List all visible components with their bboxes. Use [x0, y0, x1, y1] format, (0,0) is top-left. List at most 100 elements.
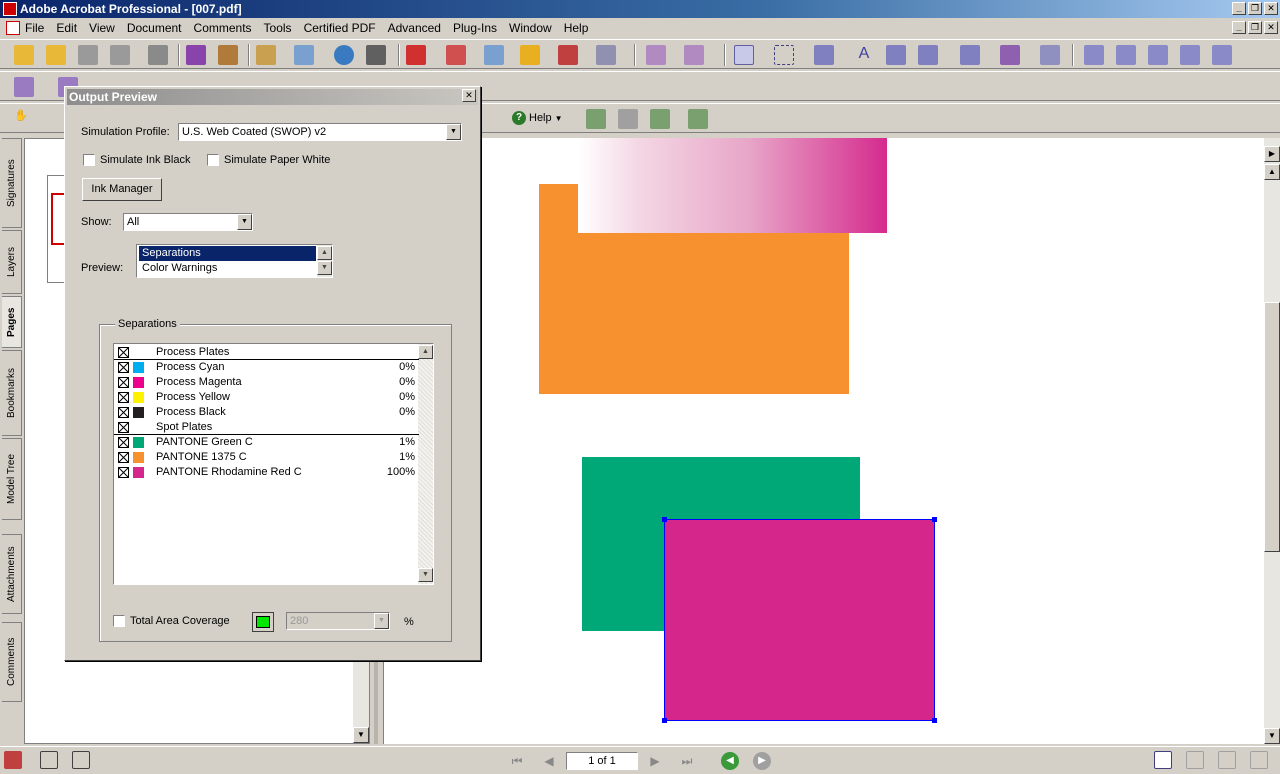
separation-toggle-checkbox[interactable] — [118, 377, 129, 388]
document-properties-icon[interactable] — [72, 751, 90, 769]
magenta-gradient-strip[interactable] — [578, 138, 887, 233]
separation-toggle-checkbox[interactable] — [118, 392, 129, 403]
menu-window[interactable]: Window — [509, 21, 552, 35]
doc-restore-button[interactable]: ❐ — [1248, 21, 1262, 34]
link-tool-icon[interactable] — [1040, 45, 1060, 65]
crop-pages-icon[interactable] — [1212, 45, 1232, 65]
go-back-icon[interactable]: ◀ — [721, 752, 739, 770]
panel-scroll-down-arrow[interactable]: ▼ — [353, 727, 369, 743]
chevron-down-icon[interactable]: ▼ — [317, 261, 332, 275]
menu-edit[interactable]: Edit — [56, 21, 77, 35]
chevron-down-icon[interactable]: ▼ — [237, 214, 252, 230]
single-page-icon[interactable] — [1154, 751, 1172, 769]
separation-toggle-checkbox[interactable] — [118, 467, 129, 478]
chevron-down-icon[interactable]: ▼ — [446, 124, 461, 140]
fix-hairlines-icon[interactable] — [1148, 45, 1168, 65]
menu-certified-pdf[interactable]: Certified PDF — [304, 21, 376, 35]
page-size-icon[interactable] — [40, 751, 58, 769]
export-pdf-icon[interactable] — [406, 45, 426, 65]
separation-toggle-checkbox[interactable] — [118, 362, 129, 373]
page-number-field[interactable]: 1 of 1 — [566, 752, 638, 770]
help-button[interactable]: ? Help ▼ — [512, 108, 563, 128]
tab-signatures[interactable]: Signatures — [2, 138, 22, 228]
separation-row[interactable]: PANTONE 1375 C 1% — [114, 450, 419, 465]
preview-option-color-warnings[interactable]: Color Warnings — [139, 261, 316, 276]
combine-files-icon[interactable] — [256, 45, 276, 65]
separation-toggle-checkbox[interactable] — [118, 452, 129, 463]
output-preview-icon[interactable] — [1116, 45, 1136, 65]
zoom-out-icon[interactable] — [618, 109, 638, 129]
menu-advanced[interactable]: Advanced — [388, 21, 441, 35]
ink-manager-button[interactable]: Ink Manager — [82, 178, 162, 201]
scroll-right-arrow[interactable]: ▶ — [1264, 146, 1280, 162]
preflight-icon[interactable] — [1084, 45, 1104, 65]
separation-group-row[interactable]: Spot Plates — [114, 420, 419, 435]
menu-comments[interactable]: Comments — [194, 21, 252, 35]
create-pdf-icon[interactable] — [186, 45, 206, 65]
layers-tool-icon[interactable] — [14, 77, 34, 97]
stamp-icon[interactable] — [218, 45, 238, 65]
acrobat-app-icon[interactable] — [3, 2, 17, 16]
separation-row[interactable]: PANTONE Green C 1% — [114, 435, 419, 450]
selection-handle[interactable] — [932, 517, 937, 522]
attach-icon[interactable] — [294, 45, 314, 65]
separations-scrollbar[interactable]: ▲ ▼ — [418, 344, 433, 584]
doc-minimize-button[interactable]: _ — [1232, 21, 1246, 34]
tab-bookmarks[interactable]: Bookmarks — [2, 350, 22, 436]
search-binoculars-icon[interactable] — [366, 45, 386, 65]
menu-file[interactable]: File — [25, 21, 44, 35]
pin-icon[interactable] — [1000, 45, 1020, 65]
page-tool-icon[interactable] — [646, 45, 666, 65]
marquee-icon[interactable] — [774, 45, 794, 65]
convert-colors-icon[interactable] — [1180, 45, 1200, 65]
selection-handle[interactable] — [932, 718, 937, 723]
scroll-up-arrow[interactable]: ▲ — [1264, 164, 1280, 180]
page-tool-2-icon[interactable] — [684, 45, 704, 65]
menu-plug-ins[interactable]: Plug-Ins — [453, 21, 497, 35]
first-page-icon[interactable]: ⏮ — [508, 752, 526, 770]
menu-help[interactable]: Help — [564, 21, 589, 35]
zoom-in-icon[interactable] — [586, 109, 606, 129]
selection-handle[interactable] — [662, 718, 667, 723]
menu-document[interactable]: Document — [127, 21, 182, 35]
separation-toggle-checkbox[interactable] — [118, 437, 129, 448]
document-icon[interactable] — [6, 21, 20, 35]
preview-list[interactable]: Separations Color Warnings ▲ ▼ — [136, 244, 333, 278]
go-forward-icon[interactable]: ▶ — [753, 752, 771, 770]
tab-model-tree[interactable]: Model Tree — [2, 438, 22, 520]
preview-option-separations[interactable]: Separations — [139, 246, 316, 261]
forms-icon[interactable] — [484, 45, 504, 65]
tab-pages[interactable]: Pages — [2, 296, 22, 348]
simulate-paper-white-checkbox[interactable] — [207, 154, 219, 166]
next-page-icon[interactable]: ▶ — [646, 752, 664, 770]
selection-handle[interactable] — [662, 517, 667, 522]
separation-row[interactable]: Process Magenta 0% — [114, 375, 419, 390]
review-icon[interactable] — [446, 45, 466, 65]
text-tool-icon[interactable]: A — [854, 45, 874, 65]
web-icon[interactable] — [334, 45, 354, 65]
simulate-ink-black-checkbox[interactable] — [83, 154, 95, 166]
continuous-facing-icon[interactable] — [1250, 751, 1268, 769]
chevron-down-icon[interactable]: ▼ — [374, 613, 389, 629]
object-select-icon[interactable] — [814, 45, 834, 65]
chevron-up-icon[interactable]: ▲ — [317, 246, 332, 260]
secure-lock-icon[interactable] — [520, 45, 540, 65]
menu-view[interactable]: View — [89, 21, 115, 35]
tab-attachments[interactable]: Attachments — [2, 534, 22, 614]
tab-comments[interactable]: Comments — [2, 622, 22, 702]
document-vertical-scrollbar[interactable]: ▶ ▲ ▼ — [1264, 138, 1280, 744]
continuous-icon[interactable] — [1186, 751, 1204, 769]
menu-tools[interactable]: Tools — [264, 21, 292, 35]
actual-size-icon[interactable] — [688, 109, 708, 129]
close-button[interactable]: ✕ — [1264, 2, 1278, 15]
print-icon[interactable] — [110, 45, 130, 65]
save-icon[interactable] — [78, 45, 98, 65]
separation-toggle-checkbox[interactable] — [118, 407, 129, 418]
doc-close-button[interactable]: ✕ — [1264, 21, 1278, 34]
select-arrow-icon[interactable] — [734, 45, 754, 65]
coverage-color-swatch[interactable] — [252, 612, 274, 632]
scroll-down-arrow[interactable]: ▼ — [1264, 728, 1280, 744]
minimize-button[interactable]: _ — [1232, 2, 1246, 15]
chevron-down-icon[interactable]: ▼ — [418, 568, 433, 582]
scroll-thumb[interactable] — [1264, 302, 1280, 552]
